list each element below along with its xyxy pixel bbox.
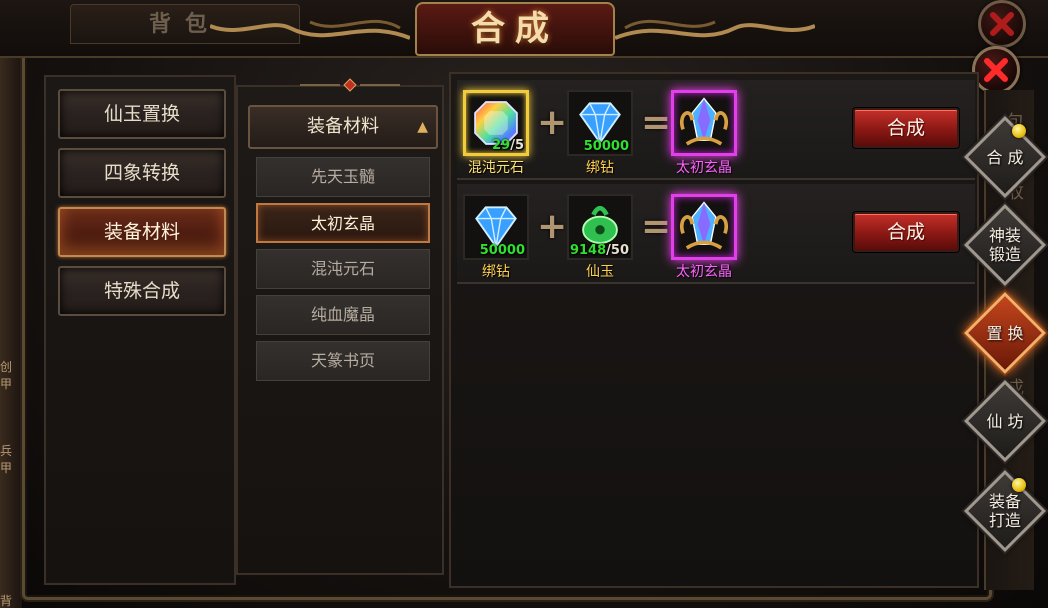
ingredient-need-count: /5 [510,138,524,153]
sub-item-xiantian[interactable]: 先天玉髓 [256,157,430,197]
category-panel: 仙玉置换 四象转换 装备材料 特殊合成 [44,75,236,585]
panel-ornament-icon [300,78,400,92]
category-special-craft[interactable]: 特殊合成 [58,266,226,316]
sub-item-tianzhuan[interactable]: 天篆书页 [256,341,430,381]
category-equip-material[interactable]: 装备材料 [58,207,226,257]
craft-button[interactable]: 合成 [853,108,959,148]
result-name: 太初玄晶 [676,264,732,280]
ingredient-name: 绑钻 [586,160,614,176]
plus-icon: + [537,206,568,247]
sub-item-hundun[interactable]: 混沌元石 [256,249,430,289]
recipe-row: 29/5 混沌元石 + 50000 绑钻 = 太初玄晶 合成 [457,80,975,180]
sub-item-chunxue[interactable]: 纯血魔晶 [256,295,430,335]
side-nav-label: 仙 坊 [986,411,1024,431]
window-title: 合成 [415,2,615,56]
sub-item-taichu[interactable]: 太初玄晶 [256,203,430,243]
ingredient-name: 混沌元石 [468,160,524,176]
ingredient-need-count: /50 [606,243,629,258]
ingredient-slot[interactable]: 50000 [463,194,529,260]
side-nav-label: 置 换 [986,323,1024,343]
edge-text-2: 兵甲 [0,444,13,475]
category-four-symbols[interactable]: 四象转换 [58,148,226,198]
craft-button[interactable]: 合成 [853,212,959,252]
edge-text-1: 创甲 [0,360,13,391]
category-jade-exchange[interactable]: 仙玉置换 [58,89,226,139]
ingredient-name: 仙玉 [586,264,614,280]
recipe-panel: 29/5 混沌元石 + 50000 绑钻 = 太初玄晶 合成 50000 绑钻 … [449,72,979,588]
side-nav-divine-forge[interactable]: 神装 锻造 [963,203,1047,287]
plus-icon: + [537,102,568,143]
taichu-crystal-icon [680,97,728,146]
ingredient-name: 绑钻 [482,264,510,280]
close-icon[interactable] [978,0,1026,48]
side-nav-workshop[interactable]: 仙 坊 [963,379,1047,463]
result-slot[interactable] [671,194,737,260]
side-nav-equip-craft[interactable]: 装备 打造 [963,469,1047,553]
result-slot[interactable] [671,90,737,156]
equals-icon: = [641,102,672,143]
side-nav-synthesis[interactable]: 合 成 [963,115,1047,199]
ingredient-have-count: 9148 [569,243,607,258]
notification-dot-icon [1012,478,1026,492]
recipe-row: 50000 绑钻 + 9148/50 仙玉 = 太初玄晶 合成 [457,184,975,284]
sub-list-panel: 装备材料 ▲ 先天玉髓 太初玄晶 混沌元石 纯血魔晶 天篆书页 [236,85,444,575]
dragon-ornament-right [614,8,816,48]
edge-text-3: 背 [0,594,13,608]
side-nav-label: 合 成 [986,147,1024,167]
left-edge: 创甲 兵甲 背 [0,40,22,608]
side-nav-label: 神装 锻造 [988,226,1021,264]
ingredient-have-count: 50000 [583,139,629,154]
side-nav-exchange[interactable]: 置 换 [963,291,1047,375]
ingredient-slot[interactable]: 50000 [567,90,633,156]
close-icon [984,58,1008,82]
close-button[interactable] [972,46,1020,94]
ingredient-have-count: 50000 [479,243,525,258]
collapse-caret-icon: ▲ [417,119,428,135]
ingredient-slot[interactable]: 9148/50 [567,194,633,260]
sub-list-header[interactable]: 装备材料 ▲ [248,105,438,149]
notification-dot-icon [1012,124,1026,138]
result-name: 太初玄晶 [676,160,732,176]
dragon-ornament-left [209,8,411,48]
side-nav-label: 装备 打造 [988,492,1021,530]
sub-list-header-label: 装备材料 [307,116,379,137]
taichu-crystal-icon [680,201,728,250]
ingredient-have-count: 29 [492,138,511,153]
equals-icon: = [641,206,672,247]
ingredient-slot[interactable]: 29/5 [463,90,529,156]
